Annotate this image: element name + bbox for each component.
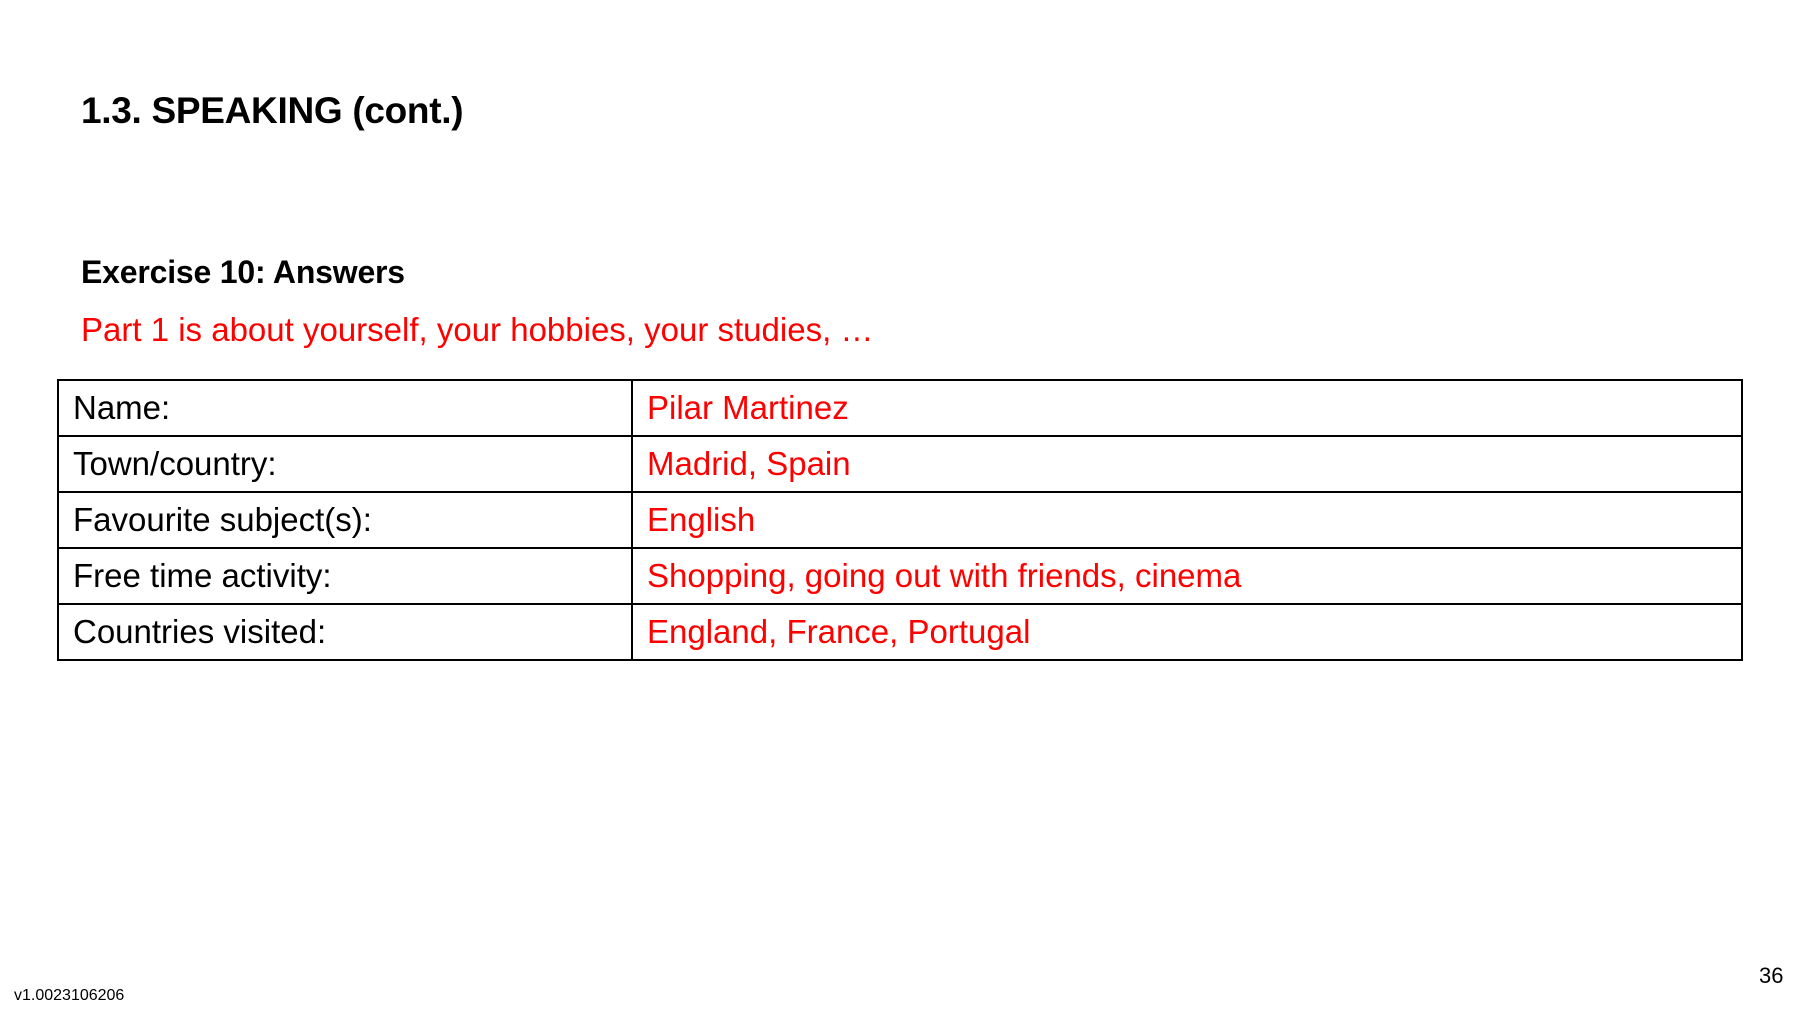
version-label: v1.0023106206 bbox=[14, 987, 125, 1004]
row-value: England, France, Portugal bbox=[631, 603, 1743, 661]
row-value: English bbox=[631, 491, 1743, 549]
row-value: Shopping, going out with friends, cinema bbox=[631, 547, 1743, 605]
row-label: Free time activity: bbox=[57, 547, 633, 605]
row-label: Favourite subject(s): bbox=[57, 491, 633, 549]
table-row: Name: Pilar Martinez bbox=[57, 379, 1743, 437]
table-row: Favourite subject(s): English bbox=[57, 491, 1743, 549]
exercise-heading: Exercise 10: Answers bbox=[81, 254, 405, 290]
slide-title: 1.3. SPEAKING (cont.) bbox=[81, 90, 464, 131]
page-number: 36 bbox=[1759, 963, 1784, 988]
row-value: Madrid, Spain bbox=[631, 435, 1743, 493]
row-label: Countries visited: bbox=[57, 603, 633, 661]
row-label: Town/country: bbox=[57, 435, 633, 493]
exercise-subtitle: Part 1 is about yourself, your hobbies, … bbox=[81, 311, 874, 348]
table-row: Countries visited: England, France, Port… bbox=[57, 603, 1743, 661]
row-label: Name: bbox=[57, 379, 633, 437]
table-row: Free time activity: Shopping, going out … bbox=[57, 547, 1743, 605]
row-value: Pilar Martinez bbox=[631, 379, 1743, 437]
answers-table: Name: Pilar Martinez Town/country: Madri… bbox=[57, 379, 1743, 661]
table-row: Town/country: Madrid, Spain bbox=[57, 435, 1743, 493]
